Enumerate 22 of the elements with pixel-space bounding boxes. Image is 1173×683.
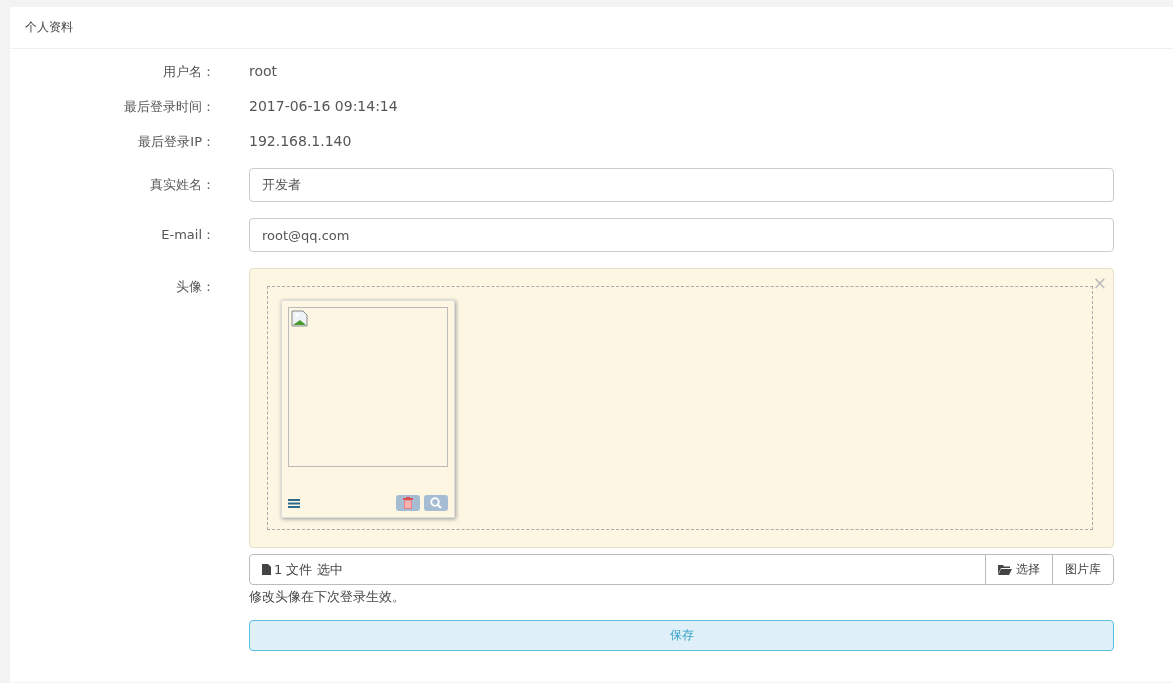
folder-icon [998, 564, 1012, 575]
broken-image-icon [291, 310, 309, 327]
zoom-button[interactable] [424, 495, 448, 511]
delete-button[interactable] [396, 495, 420, 511]
field-value: 192.168.1.140 [249, 133, 352, 149]
menu-icon[interactable] [288, 498, 300, 508]
panel-title: 个人资料 [25, 19, 73, 36]
field-value: 2017-06-16 09:14:14 [249, 98, 398, 114]
trash-icon [403, 497, 413, 509]
field-label: 最后登录时间： [123, 98, 215, 116]
help-text: 修改头像在下次登录生效。 [249, 588, 406, 606]
input-field[interactable]: root@qq.com [249, 218, 1114, 252]
field-label: 用户名： [162, 63, 215, 81]
field-label: 真实姓名： [149, 176, 215, 194]
field-value: root [249, 63, 278, 79]
input-field[interactable]: 开发者 [249, 168, 1114, 202]
field-label: 头像： [175, 278, 215, 296]
gallery-button[interactable]: 图片库 [1052, 555, 1113, 584]
caption-text: 1 文件 选中 [274, 560, 343, 579]
file-icon [262, 564, 271, 575]
field-label: 最后登录IP： [137, 133, 215, 151]
field-label: E-mail： [160, 226, 215, 244]
